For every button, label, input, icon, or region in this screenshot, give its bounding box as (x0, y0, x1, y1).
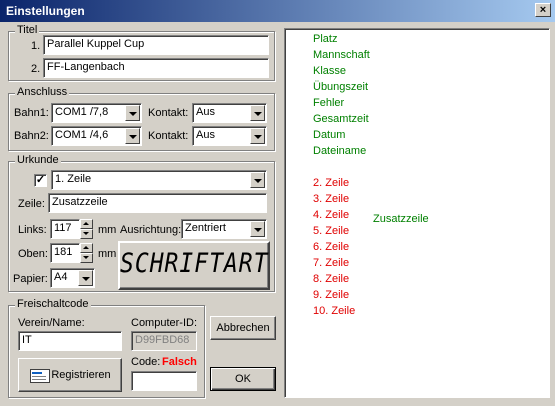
register-button[interactable]: Registrieren (18, 358, 122, 392)
chevron-down-icon[interactable] (125, 128, 140, 144)
bahn1-select[interactable]: COM1 /7,8 (51, 103, 142, 123)
links-spinner[interactable] (80, 219, 93, 239)
verein-input[interactable]: IT (18, 331, 122, 351)
kontakt1-select[interactable]: Aus (192, 103, 267, 123)
kontakt2-value: Aus (196, 129, 215, 141)
zeile-select[interactable]: 1. Zeile (51, 170, 267, 190)
kontakt2-label: Kontakt: (148, 130, 189, 142)
preview-line: 3. Zeile (313, 193, 350, 205)
computer-id-field: D99FBD68 (131, 331, 197, 351)
zeile-label: Zeile: (18, 198, 45, 210)
schriftart-label: SCHRIFTART (120, 249, 269, 279)
preview-field: Platz (313, 33, 338, 45)
ok-button[interactable]: OK (210, 367, 276, 391)
preview-line: 5. Zeile (313, 225, 350, 237)
register-label: Registrieren (51, 369, 111, 381)
code-input[interactable] (131, 371, 197, 391)
preview-line: 10. Zeile (313, 305, 356, 317)
oben-label: Oben: (18, 248, 48, 260)
links-input[interactable]: 117 (50, 219, 80, 239)
bahn2-select[interactable]: COM1 /4,6 (51, 126, 142, 146)
ausrichtung-select[interactable]: Zentriert (181, 219, 267, 239)
bahn1-value: COM1 /7,8 (55, 106, 109, 118)
titel-row2-label: 2. (31, 63, 41, 75)
chevron-down-icon[interactable] (78, 270, 93, 286)
preview-field: Übungszeit (313, 81, 369, 93)
checkmark-icon: ✓ (35, 174, 46, 186)
preview-line: 4. Zeile (313, 209, 350, 221)
spin-down-icon[interactable] (80, 229, 93, 239)
kontakt1-value: Aus (196, 106, 215, 118)
titel-line2-input[interactable]: FF-Langenbach (43, 58, 269, 78)
preview-field: Gesamtzeit (313, 113, 369, 125)
chevron-down-icon[interactable] (250, 172, 265, 188)
preview-panel: Platz Mannschaft Klasse Übungszeit Fehle… (284, 28, 550, 398)
window-title: Einstellungen (6, 4, 85, 18)
code-status: Falsch (162, 356, 197, 368)
freischaltcode-legend: Freischaltcode (15, 298, 91, 310)
zeile-checkbox[interactable]: ✓ (34, 174, 47, 187)
oben-input[interactable]: 181 (50, 243, 80, 263)
titel-legend: Titel (15, 24, 40, 36)
urkunde-legend: Urkunde (15, 154, 61, 166)
computer-id-label: Computer-ID: (131, 317, 198, 329)
close-button[interactable]: × (535, 3, 551, 17)
close-icon: × (539, 4, 547, 16)
preview-field: Dateiname (313, 145, 367, 157)
preview-line: 6. Zeile (313, 241, 350, 253)
preview-line: 9. Zeile (313, 289, 350, 301)
links-unit: mm (98, 224, 117, 236)
titel-row1-label: 1. (31, 40, 41, 52)
zeile-text-input[interactable]: Zusatzzeile (48, 193, 267, 213)
title-bar: Einstellungen × (0, 0, 555, 22)
titel-line1-input[interactable]: Parallel Kuppel Cup (43, 35, 269, 55)
oben-unit: mm (98, 248, 117, 260)
chevron-down-icon[interactable] (250, 221, 265, 237)
preview-field: Klasse (313, 65, 347, 77)
preview-field: Datum (313, 129, 346, 141)
oben-spinner[interactable] (80, 243, 93, 263)
preview-line: 7. Zeile (313, 257, 350, 269)
chevron-down-icon[interactable] (250, 105, 265, 121)
bahn1-label: Bahn1: (14, 107, 49, 119)
chevron-down-icon[interactable] (250, 128, 265, 144)
preview-field: Mannschaft (313, 49, 370, 61)
bahn2-value: COM1 /4,6 (55, 129, 109, 141)
zeile-select-value: 1. Zeile (55, 173, 92, 185)
spin-up-icon[interactable] (80, 219, 93, 229)
cancel-button[interactable]: Abbrechen (210, 316, 276, 340)
papier-value: A4 (54, 271, 68, 283)
preview-zusatz: Zusatzzeile (373, 213, 429, 225)
preview-line: 8. Zeile (313, 273, 350, 285)
spin-up-icon[interactable] (80, 243, 93, 253)
papier-label: Papier: (13, 273, 48, 285)
schriftart-button[interactable]: SCHRIFTART (118, 241, 270, 290)
kontakt2-select[interactable]: Aus (192, 126, 267, 146)
preview-field: Fehler (313, 97, 345, 109)
bahn2-label: Bahn2: (14, 130, 49, 142)
kontakt1-label: Kontakt: (148, 107, 189, 119)
anschluss-legend: Anschluss (15, 86, 70, 98)
chevron-down-icon[interactable] (125, 105, 140, 121)
preview-line: 2. Zeile (313, 177, 350, 189)
verein-label: Verein/Name: (18, 317, 85, 329)
ausrichtung-value: Zentriert (185, 222, 226, 234)
papier-select[interactable]: A4 (50, 268, 95, 288)
code-label: Code: (131, 356, 161, 368)
spin-down-icon[interactable] (80, 253, 93, 263)
ausrichtung-label: Ausrichtung: (120, 224, 182, 236)
register-icon (30, 369, 50, 383)
links-label: Links: (18, 224, 47, 236)
